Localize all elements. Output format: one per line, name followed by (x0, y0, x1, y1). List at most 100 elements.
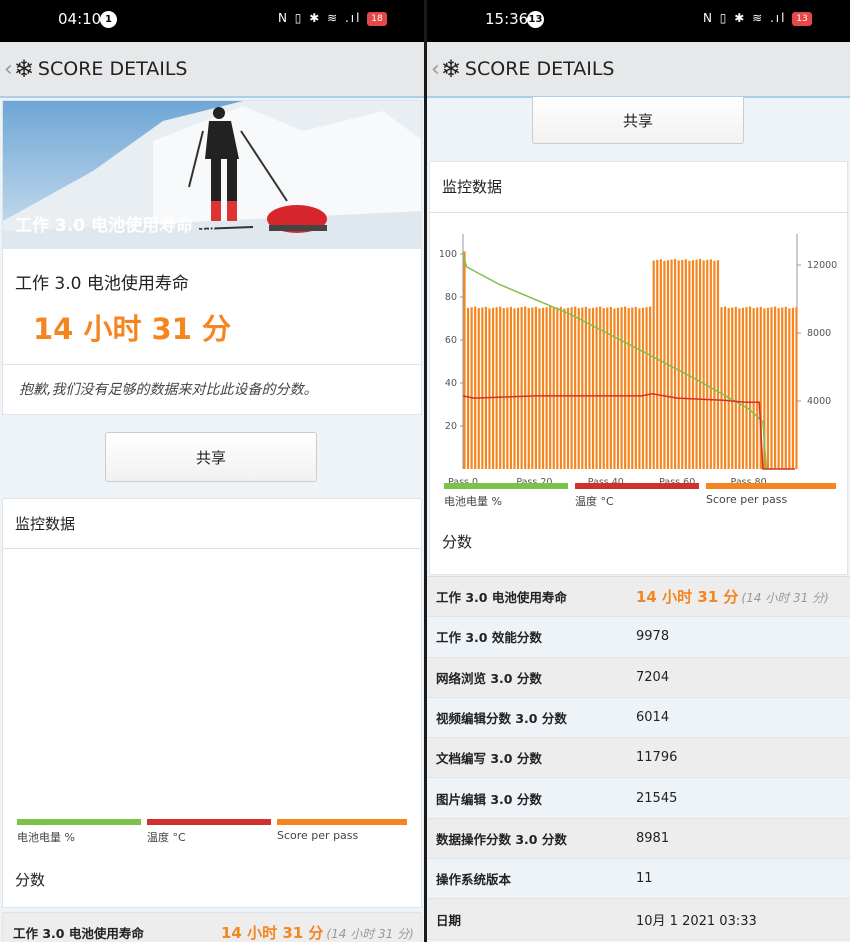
left-tick-label: 100 (439, 249, 457, 260)
score-table: 工作 3.0 电池使用寿命 14 小时 31 分 (14 小时 31 分) 工作 3.… (427, 576, 850, 940)
legend-battery-label: 电池电量 % (444, 495, 502, 508)
score-value: 11796 (636, 750, 677, 765)
chart-legend: 电池电量 % 温度 °C Score per pass (430, 483, 847, 525)
score-bar (756, 307, 759, 469)
score-bar (788, 308, 791, 469)
score-value-text: 14 小时 31 分 (221, 924, 324, 942)
right-tick-label: 12000 (807, 260, 837, 271)
no-comparison-message: 抱歉,我们没有足够的数据来对比此设备的分数。 (3, 364, 421, 413)
score-bar (720, 307, 723, 469)
score-bar (570, 307, 573, 469)
back-chevron-icon[interactable]: ‹ (4, 57, 13, 82)
score-bar (709, 259, 712, 469)
score-bar (552, 308, 555, 469)
score-bar (506, 307, 509, 469)
snowflake-logo-icon: ❄ (13, 55, 34, 83)
battery-icon: 13 (792, 12, 812, 26)
score-bar (688, 260, 691, 469)
app-bar: ‹ ❄ SCORE DETAILS (0, 42, 424, 98)
monitor-title: 监控数据 (430, 162, 847, 213)
score-bar (674, 258, 677, 469)
share-button[interactable]: 共享 (105, 432, 317, 482)
snowflake-logo-icon: ❄ (440, 55, 461, 83)
score-bar (624, 306, 627, 469)
score-bar (738, 308, 741, 469)
score-bar (652, 260, 655, 469)
score-row: 文档编写 3.0 分数 11796 (427, 738, 850, 779)
share-button[interactable]: 共享 (532, 97, 744, 144)
score-bar (524, 306, 527, 469)
score-bar (724, 306, 727, 469)
score-value: 8981 (636, 831, 669, 846)
score-bar (656, 259, 659, 469)
score-bar (488, 308, 491, 469)
score-value-text: 8981 (636, 830, 670, 846)
score-bar (491, 307, 495, 469)
score-value: 7204 (636, 670, 669, 685)
scores-title: 分数 (442, 533, 473, 551)
score-value-text: 6014 (636, 710, 670, 726)
score-value-text: 9978 (636, 629, 670, 645)
legend-score-label: Score per pass (277, 829, 359, 842)
score-bar (559, 306, 562, 469)
legend-temperature: 温度 °C (147, 819, 271, 845)
score-name: 工作 3.0 电池使用寿命 (13, 926, 144, 941)
scores-title: 分数 (15, 871, 46, 889)
score-bar (538, 308, 541, 469)
score-bar (484, 306, 488, 469)
legend-score: Score per pass (706, 483, 836, 506)
score-row: 数据操作分数 3.0 分数 8981 (427, 818, 850, 860)
score-bar (513, 308, 516, 469)
hero-version: 3.0 (198, 224, 215, 234)
score-bar (681, 259, 684, 469)
score-bar (466, 307, 470, 469)
score-name: 工作 3.0 效能分数 (436, 630, 542, 646)
score-row: 工作 3.0 电池使用寿命 14 小时 31 分 (14 小时 31 分) (427, 577, 850, 618)
legend-battery-label: 电池电量 % (17, 831, 75, 844)
score-value-text: 11 (636, 871, 653, 887)
score-bar (695, 259, 698, 469)
score-bar (781, 307, 784, 469)
score-bar (684, 259, 687, 469)
score-bar (631, 307, 634, 469)
score-bar (752, 308, 755, 469)
score-bar (545, 307, 548, 469)
score-bar (581, 307, 584, 469)
legend-temperature: 温度 °C (575, 483, 699, 509)
back-chevron-icon[interactable]: ‹ (431, 57, 440, 82)
score-bar (534, 306, 537, 469)
score-bar (659, 259, 662, 469)
score-name: 数据操作分数 3.0 分数 (436, 831, 567, 847)
chart-legend: 电池电量 % 温度 °C Score per pass (3, 819, 421, 861)
hero-benchmark-name: 工作 3.0 电池使用寿命 3.0 (15, 211, 215, 236)
score-value-text: 21545 (636, 790, 678, 806)
score-bar (641, 307, 645, 469)
score-bar (773, 306, 777, 469)
score-row: 网络浏览 3.0 分数 7204 (427, 657, 850, 698)
score-bar (584, 306, 587, 469)
score-bar (541, 307, 545, 469)
score-bar (591, 307, 595, 469)
score-bar (766, 307, 770, 469)
score-bar (463, 251, 466, 469)
score-bar (474, 306, 477, 469)
score-bar (588, 308, 591, 469)
score-row: 工作 3.0 电池使用寿命 14 小时 31 分 (14 小时 31 分) (2, 912, 422, 942)
right-tick-label: 8000 (807, 328, 831, 339)
score-bar (734, 306, 737, 469)
score-bar (516, 307, 520, 469)
monitor-chart: 204060801004000800012000Pass 0Pass 20Pas… (439, 234, 837, 483)
hero-label-text: 工作 3.0 电池使用寿命 (15, 216, 193, 236)
score-row: 图片编辑 3.0 分数 21545 (427, 778, 850, 819)
score-bar (663, 260, 666, 469)
score-bar (531, 307, 534, 469)
score-name: 日期 (436, 912, 462, 928)
legend-temperature-label: 温度 °C (147, 831, 186, 844)
result-card: 工作 3.0 电池使用寿命 3.0 工作 3.0 电池使用寿命 14 小时 31 … (2, 100, 422, 415)
status-bar: 15:36 13 N ▯ ✱ ≋ .ıl 13 (427, 0, 850, 42)
score-bar (495, 307, 498, 469)
score-name: 工作 3.0 电池使用寿命 (436, 590, 567, 606)
score-bar (620, 307, 623, 469)
score-bar (748, 306, 752, 469)
score-bar (731, 307, 734, 469)
